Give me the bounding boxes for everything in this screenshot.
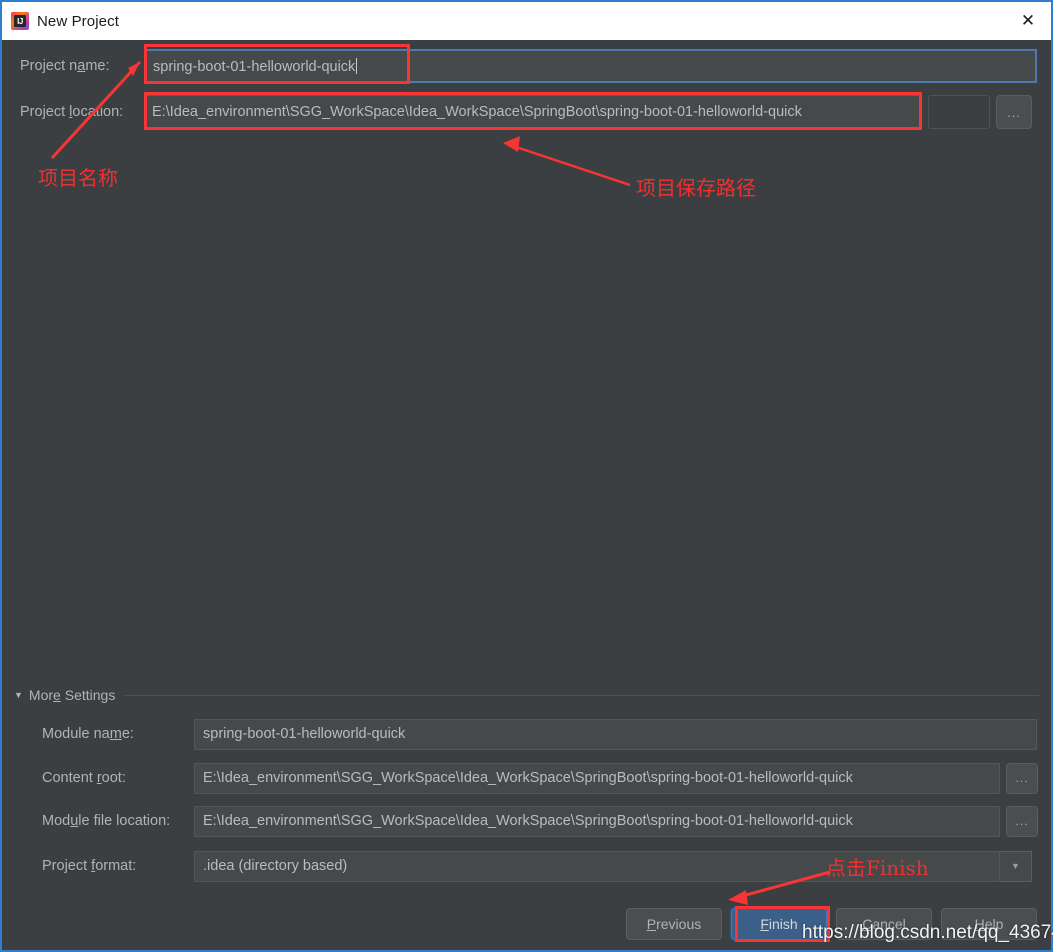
- project-format-select[interactable]: .idea (directory based): [194, 850, 1000, 882]
- module-name-row: Module name: spring-boot-01-helloworld-q…: [2, 718, 1051, 750]
- module-file-location-browse-button[interactable]: ...: [1006, 805, 1038, 837]
- intellij-idea-icon: IJ: [11, 12, 29, 30]
- window-title: New Project: [37, 12, 119, 30]
- content-root-label: Content root:: [42, 770, 126, 786]
- dialog-content: Project name: spring-boot-01-helloworld-…: [2, 40, 1051, 950]
- module-file-location-label: Module file location:: [42, 813, 171, 829]
- finish-button[interactable]: Finish: [731, 908, 827, 940]
- project-name-row: Project name: spring-boot-01-helloworld-…: [2, 48, 1051, 84]
- project-format-row: Project format: .idea (directory based) …: [2, 850, 1051, 882]
- project-name-input[interactable]: spring-boot-01-helloworld-quick: [144, 49, 1037, 83]
- intellij-idea-icon-label: IJ: [14, 15, 26, 27]
- project-format-label: Project format:: [42, 858, 137, 874]
- project-location-input[interactable]: E:\Idea_environment\SGG_WorkSpace\Idea_W…: [144, 95, 921, 129]
- project-format-dropdown-icon[interactable]: ▼: [1000, 850, 1032, 882]
- project-location-row: Project location: E:\Idea_environment\SG…: [2, 94, 1051, 130]
- title-bar: IJ New Project ✕: [2, 2, 1051, 40]
- new-project-dialog: IJ New Project ✕ Project name: spring-bo…: [0, 0, 1053, 952]
- module-name-input[interactable]: spring-boot-01-helloworld-quick: [194, 718, 1037, 750]
- help-button[interactable]: Help: [941, 908, 1037, 940]
- chevron-down-icon: ▼: [14, 690, 23, 700]
- content-root-row: Content root: E:\Idea_environment\SGG_Wo…: [2, 762, 1051, 794]
- previous-button[interactable]: Previous: [626, 908, 722, 940]
- module-file-location-row: Module file location: E:\Idea_environmen…: [2, 805, 1051, 837]
- content-root-input[interactable]: E:\Idea_environment\SGG_WorkSpace\Idea_W…: [194, 762, 1000, 794]
- project-location-browse-button[interactable]: ...: [996, 95, 1032, 129]
- project-location-label: Project location:: [20, 104, 124, 120]
- dialog-button-bar: Previous Finish Cancel Help: [626, 908, 1037, 940]
- location-field-extension: [928, 95, 990, 129]
- module-file-location-input[interactable]: E:\Idea_environment\SGG_WorkSpace\Idea_W…: [194, 805, 1000, 837]
- content-root-browse-button[interactable]: ...: [1006, 762, 1038, 794]
- cancel-button[interactable]: Cancel: [836, 908, 932, 940]
- module-name-label: Module name:: [42, 726, 134, 742]
- more-settings-label: More Settings: [28, 687, 116, 703]
- project-name-label: Project name:: [20, 58, 110, 74]
- more-settings-toggle[interactable]: ▼ More Settings: [2, 682, 1051, 708]
- close-icon[interactable]: ✕: [1005, 2, 1051, 40]
- more-settings-divider: [125, 694, 1039, 696]
